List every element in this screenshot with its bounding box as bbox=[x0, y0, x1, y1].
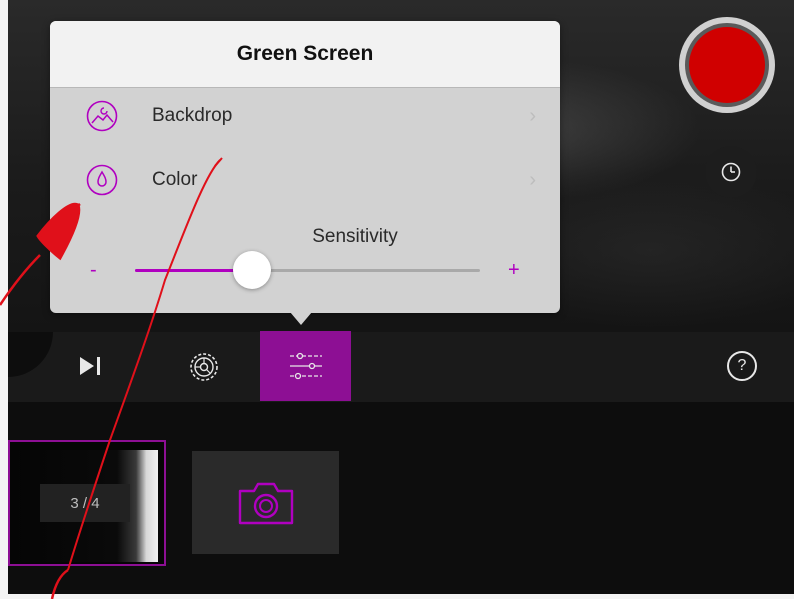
popover-title: Green Screen bbox=[236, 42, 374, 65]
sensitivity-plus[interactable]: + bbox=[508, 259, 520, 282]
bottom-edge bbox=[0, 594, 794, 599]
skip-forward-icon bbox=[80, 357, 100, 375]
record-dot bbox=[689, 27, 765, 103]
sensitivity-minus[interactable]: - bbox=[90, 259, 97, 282]
capture-photo-button[interactable] bbox=[192, 451, 339, 554]
left-edge bbox=[0, 0, 8, 599]
sensitivity-label: Sensitivity bbox=[312, 226, 398, 247]
chevron-right-icon: › bbox=[529, 104, 536, 127]
backdrop-label: Backdrop bbox=[152, 105, 233, 126]
settings-button[interactable] bbox=[182, 345, 226, 389]
sensitivity-slider[interactable] bbox=[135, 251, 480, 289]
color-row[interactable]: Color › bbox=[50, 156, 560, 204]
color-label: Color bbox=[152, 169, 198, 190]
clip-counter: 3 / 4 bbox=[40, 484, 130, 522]
clock-icon bbox=[721, 162, 741, 182]
droplet-icon bbox=[84, 162, 120, 198]
gear-icon bbox=[190, 353, 218, 381]
clip-thumbnail-selected[interactable]: 3 / 4 bbox=[8, 440, 166, 566]
record-ring bbox=[685, 23, 769, 107]
slider-thumb[interactable] bbox=[233, 251, 272, 289]
toolbar-notch bbox=[8, 332, 53, 377]
help-icon: ? bbox=[727, 351, 757, 381]
chevron-right-icon: › bbox=[529, 168, 536, 191]
adjust-button[interactable] bbox=[260, 331, 351, 401]
popover-header: Green Screen bbox=[50, 21, 560, 88]
sliders-icon bbox=[289, 352, 322, 380]
green-screen-popover: Green Screen Backdrop › Color › Sensitiv… bbox=[50, 21, 560, 325]
next-button[interactable] bbox=[70, 348, 110, 384]
backdrop-row[interactable]: Backdrop › bbox=[50, 92, 560, 140]
popover-pointer bbox=[290, 312, 312, 325]
camera-icon bbox=[238, 482, 293, 524]
timer-button[interactable] bbox=[705, 146, 757, 198]
help-button[interactable]: ? bbox=[724, 348, 760, 384]
image-icon bbox=[84, 98, 120, 134]
bottom-toolbar bbox=[8, 332, 794, 402]
record-button[interactable] bbox=[679, 17, 775, 113]
